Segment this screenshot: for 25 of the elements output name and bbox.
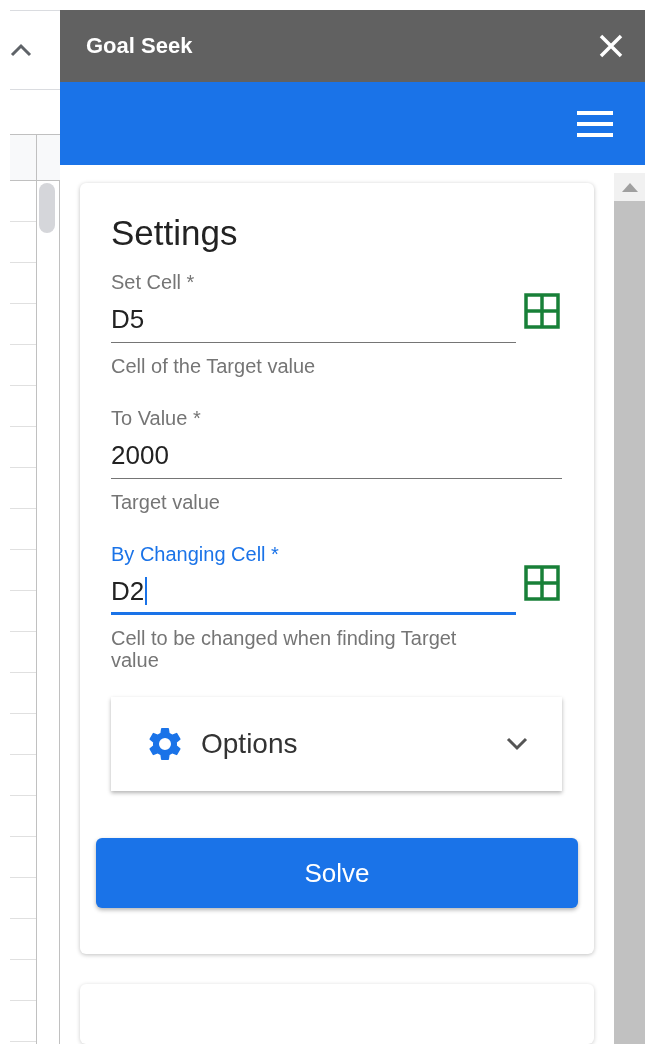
options-toggle[interactable]: Options [111, 697, 562, 791]
input-field[interactable]: Set Cell * D5 [111, 271, 516, 343]
grid-icon[interactable] [524, 293, 560, 329]
field-label: To Value * [111, 407, 202, 430]
dialog-title: Goal Seek [86, 33, 193, 59]
field-label: Set Cell * [111, 271, 196, 294]
field-hint: Cell to be changed when finding Target value [111, 627, 458, 671]
field-hint: Cell of the Target value [111, 355, 317, 377]
field-value: D2 [111, 575, 145, 607]
field-hint: Target value [111, 491, 221, 513]
solve-button[interactable]: Solve [96, 838, 578, 908]
field-value: D5 [111, 303, 145, 335]
menu-icon[interactable] [577, 110, 613, 137]
close-icon[interactable] [599, 34, 623, 58]
caret-up-icon[interactable] [10, 43, 32, 57]
section-title: Settings [111, 213, 239, 253]
text-cursor [145, 577, 148, 605]
scrollbar-thumb[interactable] [39, 183, 55, 233]
field-value: 2000 [111, 439, 169, 471]
scrollbar-track[interactable] [614, 173, 645, 1044]
chevron-down-icon [506, 737, 528, 751]
input-field[interactable]: By Changing Cell * D2 [111, 543, 516, 615]
grid-icon[interactable] [524, 565, 560, 601]
input-field[interactable]: To Value * 2000 [111, 407, 562, 479]
field-label: By Changing Cell * [111, 543, 280, 566]
